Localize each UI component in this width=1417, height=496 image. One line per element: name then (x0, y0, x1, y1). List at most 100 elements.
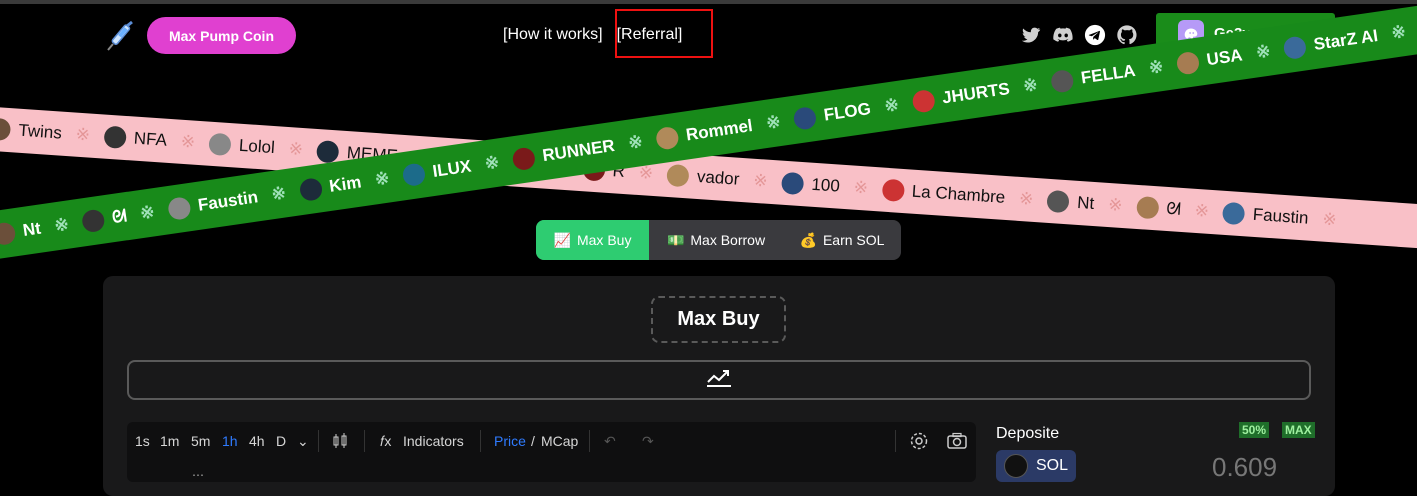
token-avatar-icon (1175, 50, 1201, 76)
ribbon-token-label: Lolol (238, 135, 276, 158)
ribbon-separator-icon: ※ (764, 111, 782, 133)
ribbon-token[interactable]: NFA (103, 125, 168, 152)
token-avatar-icon (792, 105, 818, 131)
brand-button[interactable]: Max Pump Coin (147, 17, 296, 54)
ribbon-token-label: USA (1205, 45, 1244, 70)
token-select-sol[interactable]: SOL (996, 450, 1076, 482)
twitter-icon[interactable] (1020, 24, 1042, 46)
divider (895, 430, 896, 452)
token-avatar-icon (1135, 195, 1160, 220)
interval-1s[interactable]: 1s (135, 433, 150, 449)
money-icon: 💵 (666, 231, 685, 248)
ribbon-token[interactable]: StarZ AI (1282, 25, 1380, 61)
redo-icon[interactable]: ↷ (642, 433, 654, 449)
discord-icon[interactable] (1052, 24, 1074, 46)
ribbon-token[interactable]: Faustin (166, 186, 260, 221)
ribbon-token[interactable]: FELLA (1049, 60, 1137, 94)
ribbon-token-label: ᘛ (110, 206, 128, 228)
undo-icon[interactable]: ↶ (604, 433, 616, 449)
token-label: SOL (1036, 457, 1069, 474)
interval-5m[interactable]: 5m (191, 433, 210, 449)
ribbon-separator-icon: ※ (75, 124, 91, 145)
interval-1h[interactable]: 1h (222, 433, 238, 449)
ribbon-token-label: vador (696, 166, 741, 189)
ribbon-token-label: Faustin (1252, 204, 1310, 228)
token-avatar-icon (208, 132, 232, 157)
github-icon[interactable] (1116, 24, 1138, 46)
tab-label: Earn SOL (822, 232, 885, 248)
telegram-icon[interactable] (1084, 24, 1106, 46)
ribbon-token[interactable]: Faustin (1222, 201, 1310, 230)
token-avatar-icon (81, 208, 106, 234)
ribbon-token[interactable]: Nt (1046, 189, 1095, 215)
interval-1m[interactable]: 1m (160, 433, 179, 449)
fx-icon[interactable]: 𝑓x (380, 433, 391, 449)
interval-d[interactable]: D (276, 433, 286, 449)
slash: / (531, 433, 535, 449)
mcap-toggle[interactable]: MCap (541, 433, 578, 449)
chart-toggle-button[interactable] (127, 360, 1311, 400)
chevron-down-icon[interactable]: ⌄ (297, 433, 309, 449)
ribbon-separator-icon: ※ (180, 131, 196, 152)
tab-max-borrow[interactable]: 💵 Max Borrow (649, 220, 783, 260)
ribbon-token[interactable]: FLOG (792, 98, 873, 131)
tab-earn-sol[interactable]: 💰 Earn SOL (783, 220, 901, 260)
ribbon-token-label: Twins (17, 120, 63, 143)
ribbon-token[interactable]: Rommel (654, 115, 754, 151)
ribbon-token-label: Kim (328, 172, 363, 196)
price-chart[interactable] (127, 422, 976, 482)
ribbon-token-label: La Chambre (911, 181, 1006, 207)
syringe-logo-icon[interactable] (102, 20, 136, 54)
ribbon-token[interactable]: RUNNER (511, 135, 616, 172)
token-avatar-icon (780, 171, 805, 196)
token-avatar-icon (654, 125, 680, 151)
referral-highlight-box (615, 9, 713, 58)
candles-icon[interactable] (331, 433, 349, 449)
price-toggle[interactable]: Price (494, 433, 526, 449)
token-avatar-icon (1222, 201, 1246, 226)
tab-max-buy[interactable]: 📈 Max Buy (536, 220, 649, 260)
ribbon-token[interactable]: 100 (780, 171, 841, 198)
ribbon-token-label: FLOG (822, 98, 873, 125)
ribbon-separator-icon: ※ (288, 139, 304, 160)
ribbon-token-label: 100 (810, 174, 841, 196)
ribbon-token[interactable]: Lolol (208, 132, 276, 159)
amount-input[interactable]: 0.609 (1212, 452, 1277, 483)
ribbon-token[interactable]: vador (666, 163, 741, 191)
ribbon-separator-icon: ※ (1022, 74, 1039, 96)
ribbon-token[interactable]: Nt (0, 218, 42, 247)
ribbon-token-label: FELLA (1079, 60, 1137, 88)
ribbon-token-label: StarZ AI (1312, 25, 1380, 54)
solana-icon (1004, 454, 1028, 478)
ribbon-token[interactable]: Kim (298, 171, 363, 203)
ribbon-token[interactable]: ᘛ (1135, 195, 1182, 221)
ribbon-token-label: Faustin (196, 187, 260, 215)
divider (318, 430, 319, 452)
ribbon-token[interactable]: ILUX (401, 156, 473, 188)
token-avatar-icon (1046, 189, 1071, 214)
ribbon-token[interactable]: USA (1175, 44, 1244, 76)
ribbon-token[interactable]: JHURTS (911, 78, 1011, 114)
ribbon-separator-icon: ※ (1321, 209, 1338, 230)
interval-4h[interactable]: 4h (249, 433, 265, 449)
ribbon-token[interactable]: La Chambre (881, 178, 1006, 209)
chart-legend-faint: ⋯ (192, 468, 204, 482)
how-it-works-link[interactable]: [How it works] (503, 26, 603, 44)
ribbon-token-label: NFA (133, 128, 168, 150)
ribbon-token[interactable]: Twins (0, 117, 63, 145)
ribbon-token-label: ᘛ (1165, 198, 1182, 219)
money-bag-icon: 💰 (799, 231, 817, 248)
camera-icon[interactable] (946, 432, 968, 449)
pct-50-button[interactable]: 50% (1239, 422, 1270, 438)
ribbon-separator-icon: ※ (1390, 21, 1408, 43)
settings-gear-icon[interactable] (909, 432, 929, 450)
ribbon-token-label: Nt (1076, 192, 1095, 213)
ribbon-separator-icon: ※ (1147, 56, 1165, 78)
token-avatar-icon (1049, 68, 1075, 94)
pct-max-button[interactable]: MAX (1282, 422, 1315, 438)
tab-label: Max Buy (576, 232, 632, 248)
indicators-button[interactable]: Indicators (403, 433, 464, 449)
ribbon-token[interactable]: ᘛ (81, 205, 128, 234)
ribbon-separator-icon: ※ (1194, 200, 1210, 221)
token-avatar-icon (298, 177, 324, 203)
